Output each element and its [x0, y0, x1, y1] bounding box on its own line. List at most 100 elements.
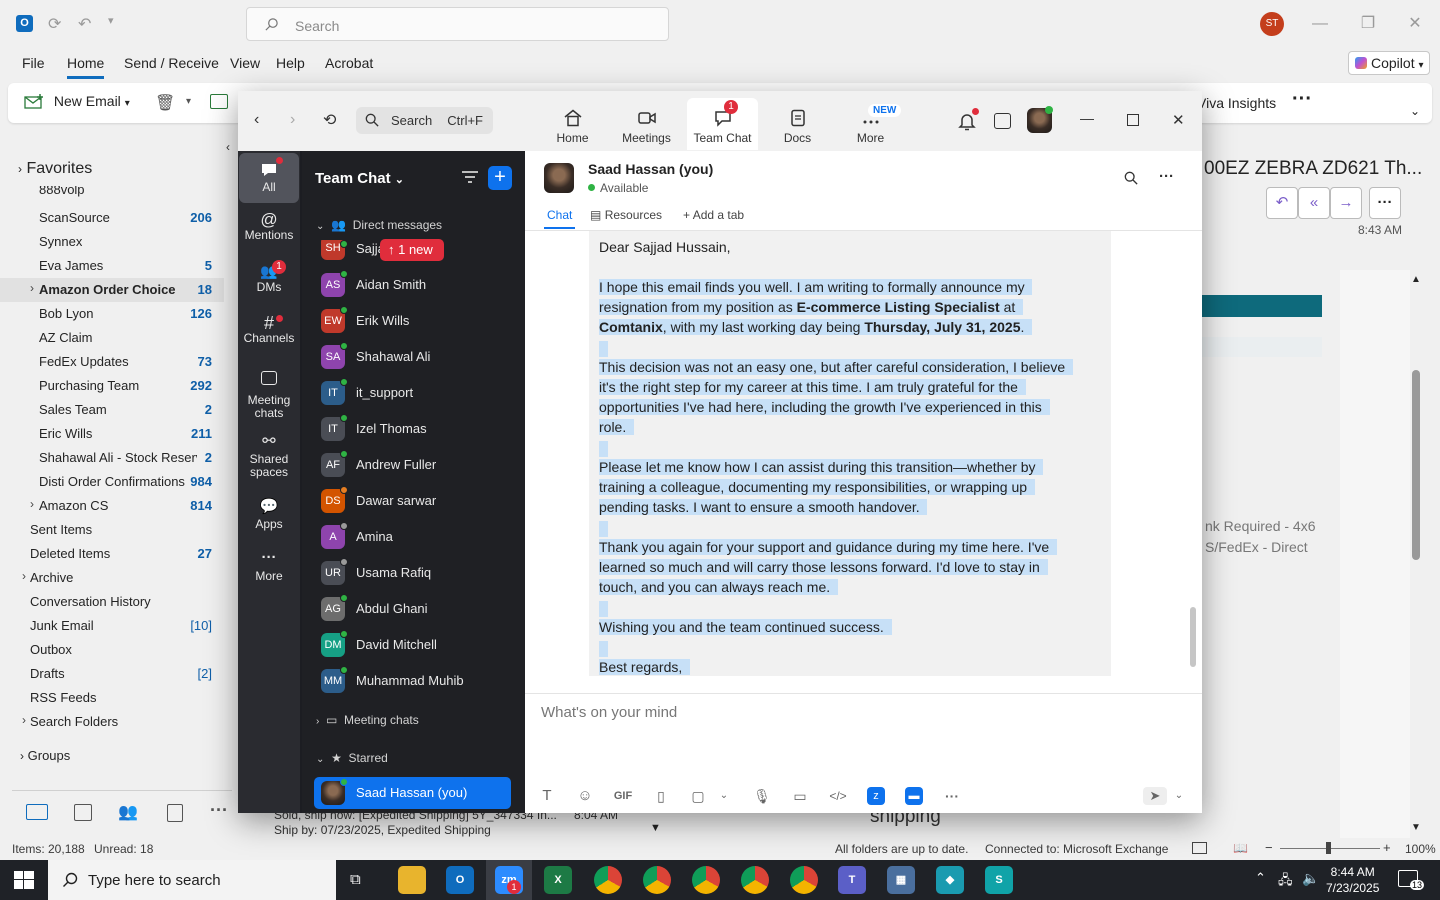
contact-item[interactable]: AG Abdul Ghani	[316, 594, 516, 624]
nav-team-chat[interactable]: Team Chat	[687, 98, 758, 150]
zoom-out-icon[interactable]: −	[1265, 840, 1273, 855]
file-explorer-icon[interactable]	[398, 866, 426, 894]
menu-help[interactable]: Help	[276, 55, 305, 71]
folder-item[interactable]: 888volp	[0, 186, 224, 200]
forward-icon[interactable]: ›	[290, 111, 295, 129]
app-taskbar-icon-teal[interactable]: ◆	[936, 866, 964, 894]
folder-item[interactable]: ScanSource 206	[0, 206, 224, 230]
team-chat-title[interactable]: Team Chat ⌄	[315, 170, 404, 187]
normal-view-icon[interactable]	[1192, 842, 1207, 854]
reply-all-button[interactable]: «	[1298, 187, 1330, 219]
task-view-icon[interactable]: ⧉	[350, 871, 361, 888]
outlook-search-input[interactable]: Search	[246, 7, 669, 41]
archive-icon[interactable]	[210, 94, 228, 109]
back-icon[interactable]: ‹	[254, 111, 259, 129]
new-chat-button[interactable]: +	[488, 166, 512, 190]
chat-header-avatar[interactable]	[544, 163, 574, 193]
rail-dms[interactable]: 👥 DMs	[239, 264, 299, 294]
zoom-minimize-icon[interactable]: —	[1080, 110, 1094, 126]
direct-messages-header[interactable]: ⌄ 👥 Direct messages	[316, 218, 442, 232]
scroll-up-icon[interactable]: ▲	[1411, 274, 1421, 285]
account-avatar[interactable]: ST	[1260, 12, 1284, 36]
folder-item[interactable]: Purchasing Team 292	[0, 374, 224, 398]
contact-item[interactable]: DS Dawar sarwar	[316, 486, 516, 516]
menu-file[interactable]: File	[22, 55, 45, 71]
new-email-button[interactable]: New Email ▾	[24, 93, 130, 110]
contact-item[interactable]: UR Usama Rafiq	[316, 558, 516, 588]
folder-item[interactable]: Drafts [2]	[0, 662, 224, 686]
start-icon[interactable]	[14, 871, 34, 889]
contact-item[interactable]: SA Shahawal Ali	[316, 342, 516, 372]
viva-insights-button[interactable]: Viva Insights	[1197, 95, 1276, 111]
reading-more-button[interactable]: ···	[1369, 187, 1401, 219]
code-icon[interactable]: </>	[829, 787, 847, 805]
starred-contact-self[interactable]: Saad Hassan (you)	[314, 777, 511, 809]
file-icon[interactable]: ▯	[652, 787, 670, 805]
nav-home[interactable]: Home	[537, 98, 608, 150]
menu-send-receive[interactable]: Send / Receive	[124, 55, 219, 71]
folder-item[interactable]: Conversation History	[0, 590, 224, 614]
chat-search-icon[interactable]	[1124, 171, 1138, 188]
folder-item[interactable]: Sales Team 2	[0, 398, 224, 422]
emoji-icon[interactable]: ☺	[576, 787, 594, 805]
reading-view-icon[interactable]: 📖	[1233, 841, 1248, 855]
outlook-taskbar-icon[interactable]: O	[446, 866, 474, 894]
rail-meeting-chats[interactable]: Meeting chats	[239, 371, 299, 420]
close-icon[interactable]: ✕	[1403, 12, 1427, 36]
reading-scrollbar-thumb[interactable]	[1412, 370, 1420, 560]
screenshot-dropdown-icon[interactable]: ⌄	[715, 787, 733, 805]
folder-item[interactable]: Eva James 5	[0, 254, 224, 278]
delete-dropdown-icon[interactable]: ▾	[186, 96, 191, 107]
folder-item[interactable]: Synnex	[0, 230, 224, 254]
format-text-icon[interactable]: T	[538, 787, 556, 805]
contact-item[interactable]: AS Aidan Smith	[316, 270, 516, 300]
calendar-icon[interactable]	[994, 113, 1011, 129]
reply-button[interactable]: ↶	[1266, 187, 1298, 219]
starred-header[interactable]: ⌄ ★ Starred	[316, 751, 388, 765]
chrome-icon-1[interactable]	[594, 866, 622, 894]
taskbar-search-input[interactable]: Type here to search	[48, 860, 336, 900]
calculator-taskbar-icon[interactable]: ▦	[887, 866, 915, 894]
folder-item[interactable]: Sent Items	[0, 518, 224, 542]
minimize-icon[interactable]: —	[1308, 12, 1332, 36]
qat-dropdown-icon[interactable]: ▾	[108, 14, 114, 27]
peek-scroll-down-icon[interactable]: ▼	[650, 822, 661, 834]
chevron-right-icon[interactable]: ›	[22, 713, 26, 727]
menu-acrobat[interactable]: Acrobat	[325, 55, 373, 71]
groups-header[interactable]: › Groups	[20, 748, 70, 763]
tab-chat[interactable]: Chat	[547, 208, 572, 222]
chrome-icon-5[interactable]	[790, 866, 818, 894]
history-icon[interactable]: ⟲	[323, 110, 336, 130]
chevron-right-icon[interactable]: ›	[30, 281, 34, 295]
rail-shared-spaces[interactable]: ⚯ Shared spaces	[239, 434, 299, 479]
zoom-close-icon[interactable]: ✕	[1172, 111, 1185, 129]
scroll-down-icon[interactable]: ▼	[1411, 822, 1421, 833]
tray-chevron-icon[interactable]: ⌃	[1255, 870, 1266, 886]
forward-button[interactable]: →	[1330, 187, 1362, 219]
folder-item[interactable]: › Search Folders	[0, 710, 224, 734]
excel-taskbar-icon[interactable]: X	[544, 866, 572, 894]
nav-docs[interactable]: Docs	[762, 98, 833, 150]
tasks-nav-icon[interactable]	[167, 804, 183, 822]
zoom-search-input[interactable]: Search Ctrl+F	[356, 107, 493, 134]
zoom-app-icon-2[interactable]: ▬	[905, 787, 923, 805]
ribbon-more-icon[interactable]: ···	[1292, 88, 1312, 111]
send-options-icon[interactable]: ⌄	[1170, 787, 1188, 805]
menu-home[interactable]: Home	[67, 55, 105, 79]
folder-item[interactable]: Disti Order Confirmations 984	[0, 470, 224, 494]
mail-nav-icon[interactable]	[26, 804, 48, 820]
folder-item[interactable]: RSS Feeds	[0, 686, 224, 710]
sync-icon[interactable]: ⟳	[48, 14, 61, 34]
teams-taskbar-icon[interactable]: T	[838, 866, 866, 894]
contact-item[interactable]: EW Erik Wills	[316, 306, 516, 336]
volume-icon[interactable]: 🔈	[1302, 870, 1319, 887]
contact-item[interactable]: DM David Mitchell	[316, 630, 516, 660]
folder-item[interactable]: › Amazon Order Choice 18	[0, 278, 224, 302]
app-taskbar-icon-s[interactable]: S	[985, 866, 1013, 894]
folder-item[interactable]: › Amazon CS 814	[0, 494, 224, 518]
contact-item[interactable]: IT it_support	[316, 378, 516, 408]
contact-item[interactable]: A Amina	[316, 522, 516, 552]
taskbar-clock[interactable]: 8:44 AM 7/23/2025	[1326, 864, 1379, 896]
navpane-collapse-icon[interactable]: ‹	[226, 140, 230, 154]
microphone-icon[interactable]: 🎙	[753, 787, 771, 805]
